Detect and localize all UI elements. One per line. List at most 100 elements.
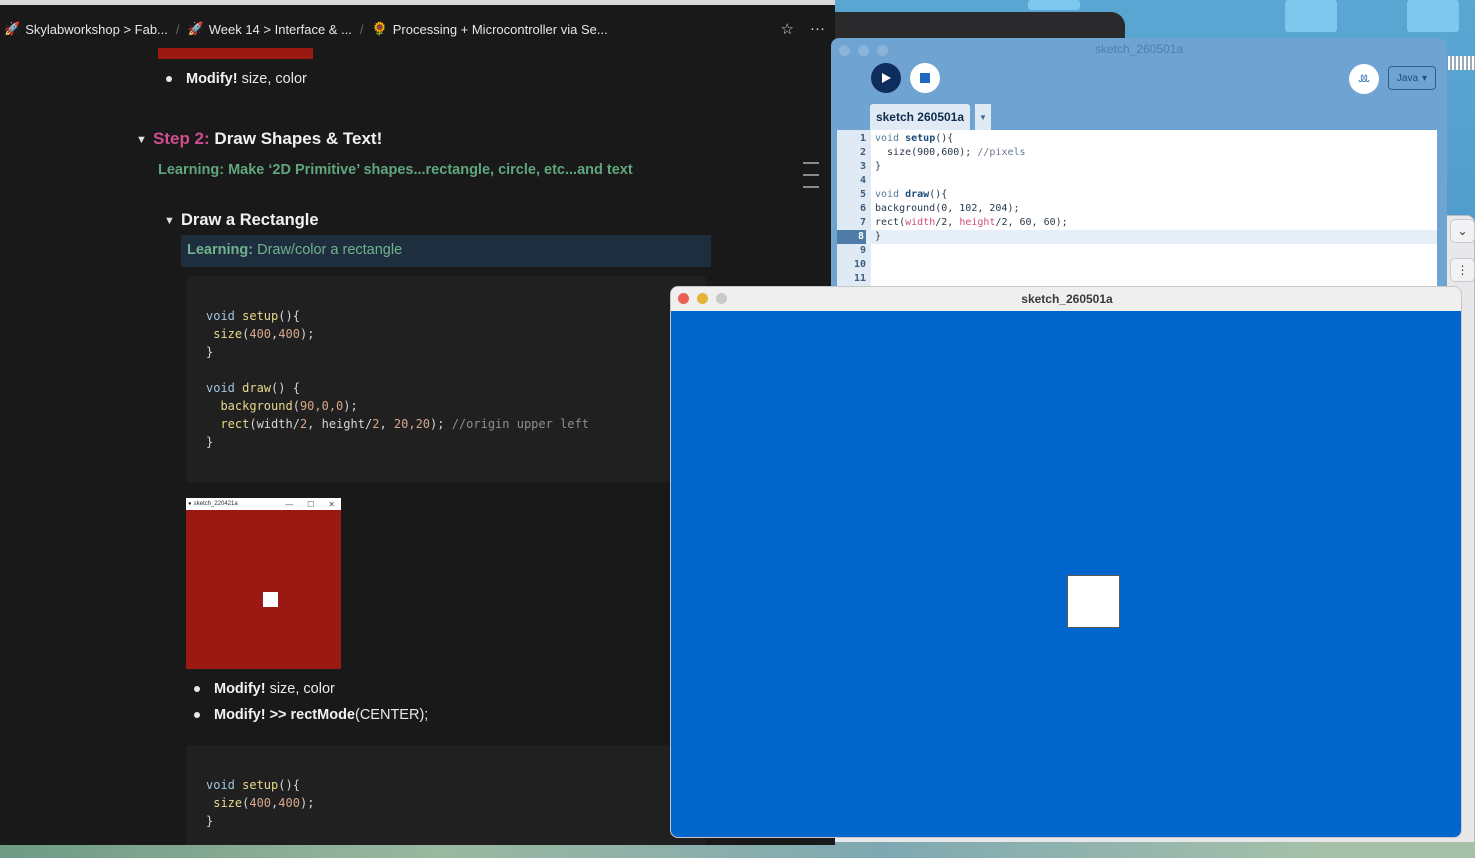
- code-editor[interactable]: 1 void setup(){2 size(900,600); //pixels 3…: [837, 130, 1437, 286]
- sketch-canvas[interactable]: [671, 311, 1461, 837]
- line-number: 5: [859, 189, 866, 200]
- line-code: void draw(){: [875, 189, 948, 200]
- bullet-bold: Modify!: [186, 71, 238, 87]
- bullet-bold: Modify!: [214, 681, 266, 697]
- zoom-window-button[interactable]: [716, 293, 727, 304]
- debug-button[interactable]: ꔛ: [1349, 64, 1379, 94]
- list-item: Modify! size, color: [194, 681, 335, 697]
- rocket-icon: 🚀: [187, 21, 204, 36]
- editor-line[interactable]: 11: [837, 272, 1437, 286]
- table-of-contents-icon[interactable]: [803, 162, 819, 198]
- step-heading: Step 2: Draw Shapes & Text!: [153, 129, 382, 149]
- line-code: background(0, 102, 204);: [875, 203, 1020, 214]
- play-icon: [882, 73, 891, 83]
- code-line: }: [206, 435, 214, 449]
- breadcrumb-item[interactable]: 🌻 Processing + Microcontroller via Se...: [372, 21, 608, 37]
- more-options-icon[interactable]: ···: [810, 20, 825, 38]
- code-line: background(90,0,0);: [206, 399, 358, 413]
- breadcrumb-label: Processing + Microcontroller via Se...: [392, 21, 608, 37]
- window-controls: [839, 45, 888, 56]
- learning-text: Learning: Make ‘2D Primitive’ shapes...r…: [158, 162, 633, 178]
- star-icon[interactable]: ☆: [781, 20, 794, 38]
- code-line: }: [206, 814, 214, 828]
- mode-selector[interactable]: Java ▾: [1388, 66, 1436, 90]
- caret-down-icon: ▾: [1422, 72, 1428, 84]
- bullet-dot: [166, 76, 172, 82]
- line-code: void setup(){: [875, 133, 954, 144]
- stop-icon: [920, 73, 930, 83]
- editor-line[interactable]: 8}: [837, 230, 1437, 244]
- butterfly-icon: ꔛ: [1357, 71, 1371, 86]
- chevron-down-icon[interactable]: ⌄: [1450, 219, 1475, 243]
- code-line: }: [206, 345, 214, 359]
- thumbnail-white-square: [263, 592, 278, 607]
- desktop-icon[interactable]: [1285, 0, 1337, 32]
- toggle-arrow-icon[interactable]: ▼: [136, 134, 147, 146]
- line-number: 10: [853, 259, 866, 270]
- step-title: Draw Shapes & Text!: [209, 129, 383, 148]
- desktop-icon[interactable]: [1028, 0, 1080, 10]
- processing-ide-window: sketch_260501a ꔛ Java ▾ sketch 260501a ▼ …: [831, 38, 1447, 286]
- code-line: rect(width/2, height/2, 20,20); //origin…: [206, 417, 589, 431]
- line-number: 8: [837, 230, 866, 244]
- tab-sketch[interactable]: sketch 260501a: [870, 104, 970, 130]
- sketch-screenshot-image: ● sketch_220421a — ☐ ✕: [186, 498, 341, 669]
- line-number: 1: [859, 133, 866, 144]
- breadcrumb: 🚀 Skylabworkshop > Fab... / 🚀 Week 14 > …: [0, 10, 835, 48]
- editor-line[interactable]: 3}: [837, 160, 1437, 174]
- editor-line[interactable]: 2 size(900,600); //pixels: [837, 146, 1437, 160]
- editor-line[interactable]: 6 background(0, 102, 204);: [837, 202, 1437, 216]
- editor-line[interactable]: 5 void draw(){: [837, 188, 1437, 202]
- image-preview-edge: [158, 48, 313, 59]
- thumbnail-title: sketch_220421a: [193, 501, 238, 507]
- ide-window-title: sketch_260501a: [1094, 42, 1184, 56]
- breadcrumb-separator: /: [175, 21, 180, 37]
- window-controls: [678, 293, 727, 304]
- bullet-dot: [194, 686, 200, 692]
- run-button[interactable]: [871, 63, 901, 93]
- line-code: size(900,600); //pixels: [875, 147, 1026, 158]
- close-window-button[interactable]: [678, 293, 689, 304]
- line-number: 6: [859, 203, 866, 214]
- code-line: void draw() {: [206, 381, 300, 395]
- code-line: size(400,400);: [206, 796, 315, 810]
- breadcrumb-separator: /: [359, 21, 364, 37]
- editor-line[interactable]: 1 void setup(){: [837, 132, 1437, 146]
- mode-label: Java: [1396, 72, 1419, 84]
- breadcrumb-item[interactable]: 🚀 Week 14 > Interface & ...: [188, 21, 352, 37]
- rocket-icon: 🚀: [4, 21, 21, 36]
- white-rectangle: [1067, 575, 1120, 628]
- sketch-output-window: sketch_260501a: [670, 286, 1462, 838]
- more-vertical-icon[interactable]: ⋮: [1450, 258, 1475, 282]
- desktop-icon[interactable]: [1407, 0, 1459, 32]
- desktop-pattern: [1448, 56, 1475, 70]
- bullet-text: size, color: [265, 681, 335, 697]
- editor-line[interactable]: 10: [837, 258, 1437, 272]
- code-block[interactable]: void setup(){ size(400,400); } void draw…: [186, 276, 706, 482]
- bullet-bold: Modify! >> rectMode: [214, 707, 355, 723]
- breadcrumb-item[interactable]: 🚀 Skylabworkshop > Fab...: [4, 21, 168, 37]
- stop-button[interactable]: [910, 63, 940, 93]
- bullet-text: size, color: [237, 71, 307, 87]
- sunflower-icon: 🌻: [371, 21, 388, 36]
- toggle-arrow-icon[interactable]: ▼: [164, 215, 175, 227]
- bullet-text: (CENTER);: [355, 707, 429, 723]
- line-number: 2: [859, 147, 866, 158]
- editor-line[interactable]: 7 rect(width/2, height/2, 60, 60);: [837, 216, 1437, 230]
- minimize-icon: —: [285, 499, 294, 509]
- line-number: 11: [853, 273, 866, 284]
- code-block[interactable]: void setup(){ size(400,400); }: [186, 745, 706, 845]
- step-prefix: Step 2:: [153, 129, 210, 148]
- breadcrumb-label: Week 14 > Interface & ...: [208, 21, 352, 37]
- minimize-window-button[interactable]: [697, 293, 708, 304]
- close-window-button[interactable]: [839, 45, 850, 56]
- sketch-window-title: sketch_260501a: [671, 287, 1461, 311]
- minimize-window-button[interactable]: [858, 45, 869, 56]
- editor-line[interactable]: 9: [837, 244, 1437, 258]
- zoom-window-button[interactable]: [877, 45, 888, 56]
- editor-line[interactable]: 4: [837, 174, 1437, 188]
- tab-menu-arrow-icon[interactable]: ▼: [975, 104, 991, 130]
- callout-bold: Learning:: [187, 242, 254, 258]
- line-number: 9: [859, 245, 866, 256]
